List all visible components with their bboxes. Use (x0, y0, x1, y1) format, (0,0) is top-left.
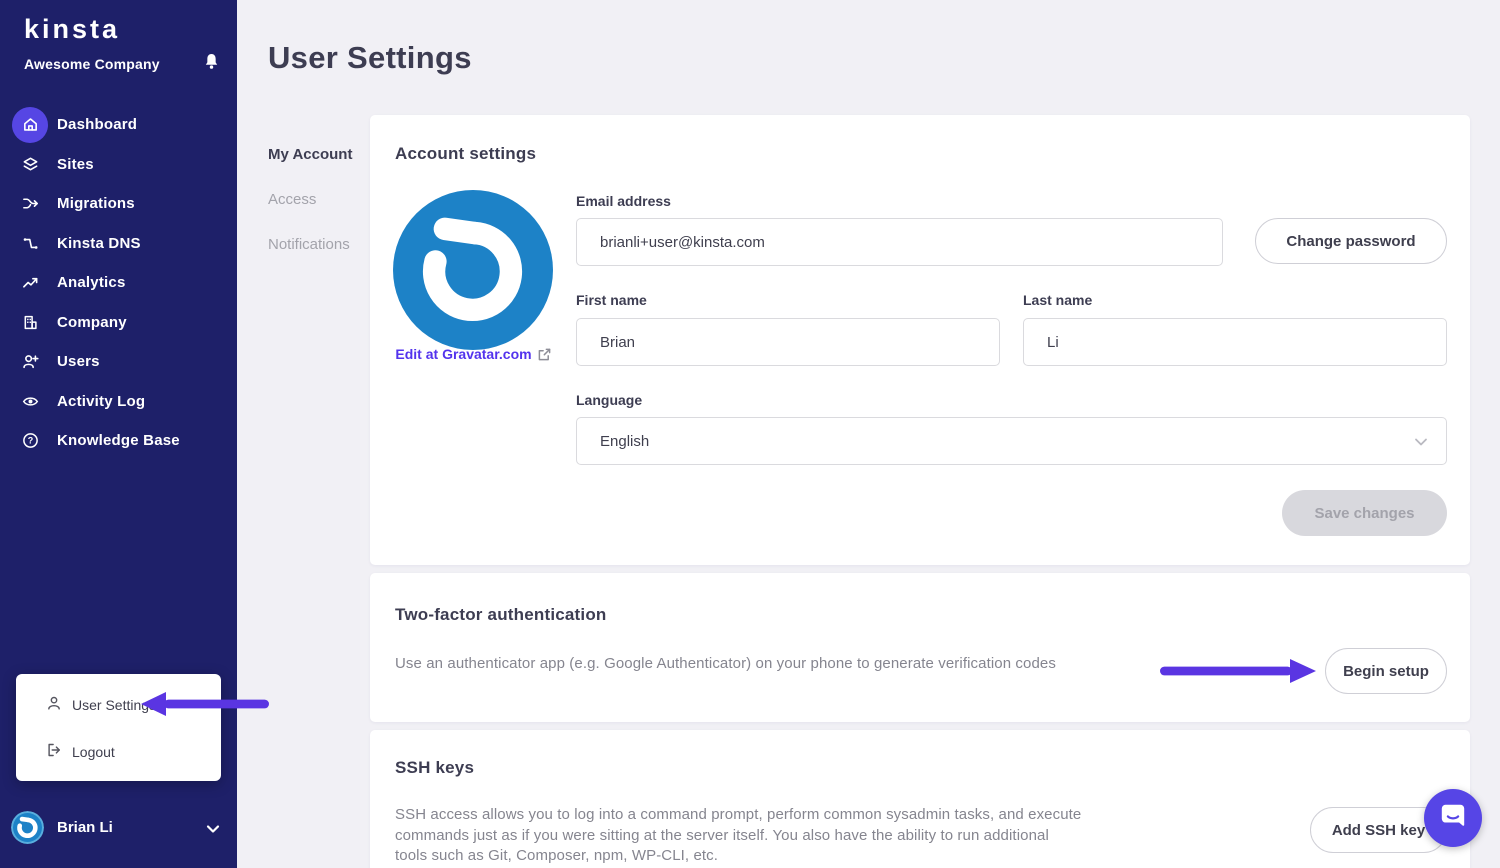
current-user-row[interactable]: Brian Li (0, 800, 237, 854)
chevron-down-icon[interactable] (206, 821, 220, 839)
language-label: Language (576, 392, 642, 408)
two-factor-card: Two-factor authentication Use an authent… (370, 573, 1470, 722)
edit-gravatar-link[interactable]: Edit at Gravatar.com (395, 346, 531, 362)
ssh-keys-description: SSH access allows you to log into a comm… (395, 805, 1085, 867)
chat-bubble-icon (1439, 802, 1467, 835)
two-factor-heading: Two-factor authentication (395, 605, 607, 625)
sidebar-item-label: Users (57, 353, 100, 370)
account-settings-heading: Account settings (395, 144, 536, 164)
account-settings-card: Account settings Edit at Gravatar.com Em… (370, 115, 1470, 565)
sidebar-item-label: Dashboard (57, 116, 137, 133)
last-name-field[interactable] (1023, 318, 1447, 366)
kinsta-dashboard: kinsta Awesome Company Dashboard (0, 0, 1500, 868)
sidebar-item-activity-log[interactable]: Activity Log (0, 382, 237, 422)
sidebar-item-label: Analytics (57, 274, 126, 291)
begin-setup-button[interactable]: Begin setup (1325, 648, 1447, 694)
sidebar-item-label: Migrations (57, 195, 135, 212)
company-name: Awesome Company (24, 56, 160, 72)
menu-item-label: Logout (72, 744, 115, 760)
sidebar-item-kinsta-dns[interactable]: Kinsta DNS (0, 224, 237, 264)
sidebar-item-label: Sites (57, 156, 94, 173)
tab-notifications[interactable]: Notifications (268, 236, 352, 253)
person-add-icon (12, 344, 48, 380)
merge-icon (12, 186, 48, 222)
sidebar-item-analytics[interactable]: Analytics (0, 263, 237, 303)
help-circle-icon: ? (12, 423, 48, 459)
menu-item-user-settings[interactable]: User Settings (46, 690, 156, 720)
email-label: Email address (576, 193, 671, 209)
last-name-label: Last name (1023, 292, 1092, 308)
svg-text:?: ? (27, 436, 32, 446)
sidebar: kinsta Awesome Company Dashboard (0, 0, 237, 868)
sidebar-item-company[interactable]: Company (0, 303, 237, 343)
menu-item-logout[interactable]: Logout (46, 737, 115, 767)
annotation-arrow-right-icon (1158, 658, 1320, 689)
eye-icon (12, 383, 48, 419)
first-name-field[interactable] (576, 318, 1000, 366)
change-password-button[interactable]: Change password (1255, 218, 1447, 264)
sidebar-item-label: Activity Log (57, 393, 145, 410)
logout-icon (46, 742, 62, 763)
tab-access[interactable]: Access (268, 191, 352, 208)
gravatar-image (393, 190, 553, 350)
language-value: English (600, 433, 649, 450)
sidebar-item-dashboard[interactable]: Dashboard (0, 105, 237, 145)
external-link-icon (538, 348, 551, 366)
language-select[interactable]: English (576, 417, 1447, 465)
trending-up-icon (12, 265, 48, 301)
tab-my-account[interactable]: My Account (268, 146, 352, 163)
sidebar-item-users[interactable]: Users (0, 342, 237, 382)
bell-icon[interactable] (203, 52, 220, 76)
route-icon (12, 225, 48, 261)
settings-subnav: My Account Access Notifications (268, 146, 352, 281)
save-changes-button: Save changes (1282, 490, 1447, 536)
chat-widget-button[interactable] (1424, 789, 1482, 847)
user-avatar (11, 811, 44, 844)
company-row: Awesome Company (24, 52, 220, 76)
sidebar-nav: Dashboard Sites Migrations (0, 105, 237, 461)
sidebar-item-migrations[interactable]: Migrations (0, 184, 237, 224)
sidebar-item-label: Company (57, 314, 127, 331)
chevron-down-icon (1414, 435, 1428, 453)
sidebar-item-label: Kinsta DNS (57, 235, 141, 252)
annotation-arrow-left-icon (141, 691, 271, 722)
sidebar-item-sites[interactable]: Sites (0, 145, 237, 185)
gravatar-link-row: Edit at Gravatar.com (383, 346, 563, 366)
kinsta-logo: kinsta (24, 14, 120, 45)
main-content: User Settings My Account Access Notifica… (237, 0, 1500, 868)
sidebar-item-label: Knowledge Base (57, 432, 180, 449)
email-field[interactable] (576, 218, 1223, 266)
layers-icon (12, 146, 48, 182)
home-icon (12, 107, 48, 143)
first-name-label: First name (576, 292, 647, 308)
page-title: User Settings (268, 40, 472, 76)
sidebar-item-knowledge-base[interactable]: ? Knowledge Base (0, 421, 237, 461)
user-name: Brian Li (57, 819, 113, 836)
person-icon (46, 695, 62, 716)
ssh-keys-card: SSH keys SSH access allows you to log in… (370, 730, 1470, 868)
two-factor-description: Use an authenticator app (e.g. Google Au… (395, 654, 1056, 675)
ssh-keys-heading: SSH keys (395, 758, 474, 778)
building-icon (12, 304, 48, 340)
